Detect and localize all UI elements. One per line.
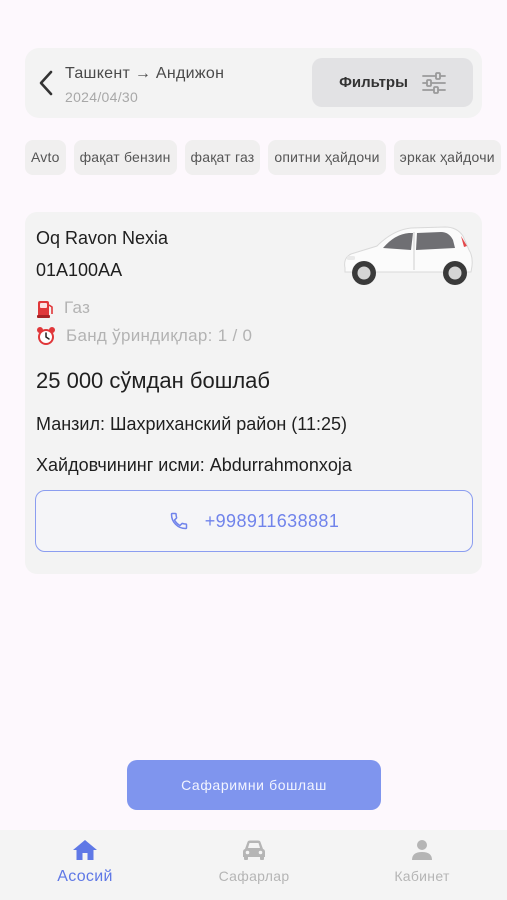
chip-gas-only[interactable]: фақат газ xyxy=(184,140,261,175)
route-title: Ташкент → Андижон xyxy=(65,65,225,82)
sliders-icon xyxy=(421,71,446,94)
tab-home-label: Асосий xyxy=(57,868,113,885)
pickup-address: Манзил: Шахриханский район (11:25) xyxy=(36,414,347,434)
license-plate: 01A100AA xyxy=(36,260,123,280)
trip-date: 2024/04/30 xyxy=(65,89,139,105)
seats-row: Банд ўриндиқлар: 1 / 0 xyxy=(36,326,252,346)
chip-avto[interactable]: Avto xyxy=(25,140,66,175)
trip-card[interactable]: Oq Ravon Nexia 01A100AA Газ Банд ўриндиқ… xyxy=(25,212,482,574)
car-front-icon xyxy=(243,840,265,860)
booked-seats: Банд ўриндиқлар: 1 / 0 xyxy=(66,326,253,345)
fuel-pump-icon xyxy=(37,301,53,318)
chevron-left-icon xyxy=(39,70,53,96)
alarm-clock-icon xyxy=(37,327,55,345)
driver-phone: +998911638881 xyxy=(204,510,340,531)
trip-price: 25 000 сўмдан бошлаб xyxy=(36,368,271,393)
chip-petrol-only[interactable]: фақат бензин xyxy=(73,140,177,175)
chip-male-driver[interactable]: эркак ҳайдочи xyxy=(393,140,501,175)
tab-cabinet-label: Кабинет xyxy=(394,868,450,884)
fuel-row: Газ xyxy=(36,298,90,318)
tab-cabinet[interactable]: Кабинет xyxy=(362,838,482,898)
tab-home[interactable]: Асосий xyxy=(25,838,145,898)
user-icon xyxy=(412,840,432,860)
car-name: Oq Ravon Nexia xyxy=(36,228,169,248)
home-icon xyxy=(73,840,97,860)
phone-icon xyxy=(170,512,187,530)
call-driver-button[interactable]: +998911638881 xyxy=(35,490,473,552)
tab-trips-label: Сафарлар xyxy=(218,868,290,884)
fuel-type: Газ xyxy=(64,298,91,317)
route-header: Ташкент → Андижон 2024/04/30 Фильтры xyxy=(25,48,482,118)
bottom-tab-bar: Асосий Сафарлар Кабинет xyxy=(0,830,507,900)
tab-trips[interactable]: Сафарлар xyxy=(194,838,314,898)
main-screen: Ташкент → Андижон 2024/04/30 Фильтры Avt… xyxy=(0,0,507,900)
filter-chips: Avto фақат бензин фақат газ опитни ҳайдочи э… xyxy=(25,140,507,176)
start-trip-button[interactable]: Сафаримни бошлаш xyxy=(127,760,381,810)
back-button[interactable] xyxy=(31,65,61,101)
chip-experienced-driver[interactable]: опитни ҳайдочи xyxy=(268,140,386,175)
filter-button[interactable]: Фильтры xyxy=(312,58,473,107)
car-icon xyxy=(344,226,473,285)
filter-label: Фильтры xyxy=(339,74,408,91)
driver-name: Хайдовчининг исми: Abdurrahmonxoja xyxy=(36,455,352,475)
